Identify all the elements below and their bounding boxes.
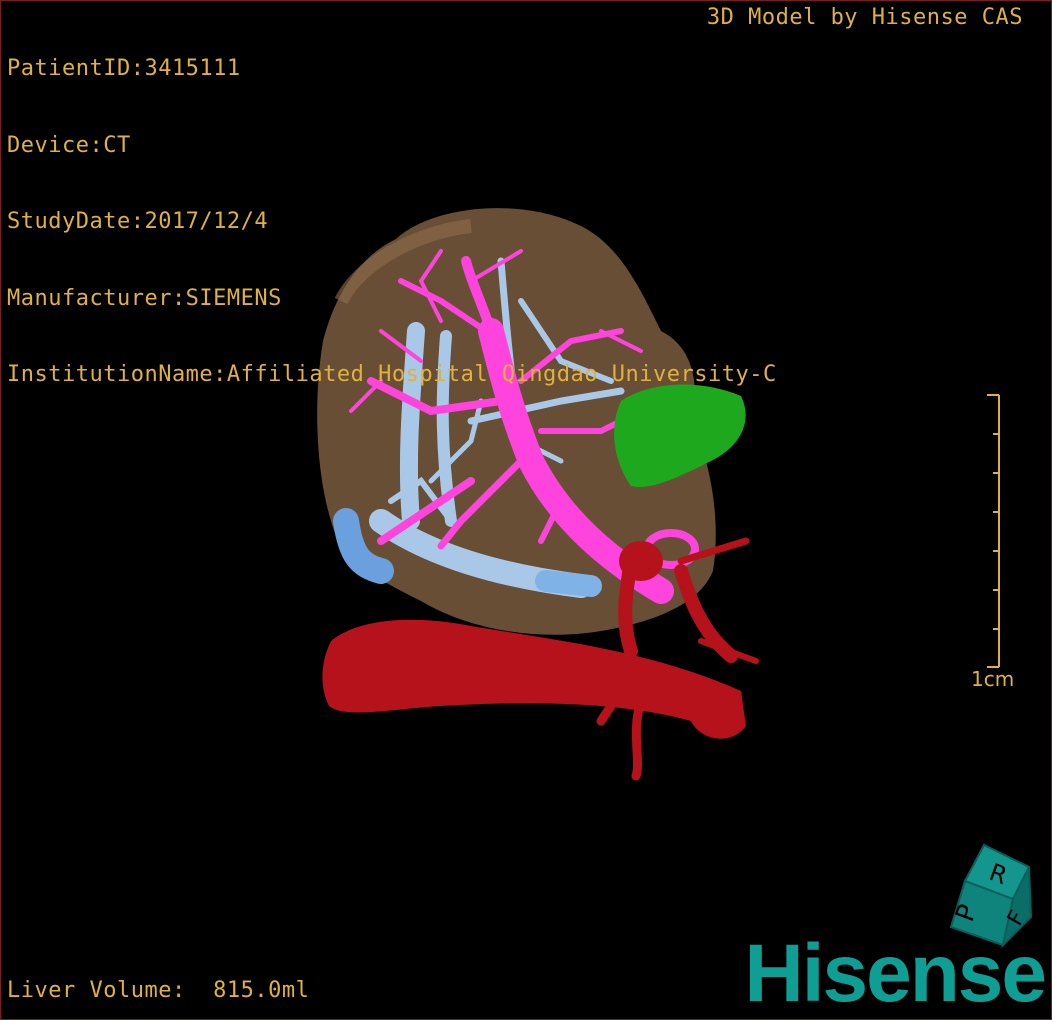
hisense-logo: Hisense xyxy=(744,928,1047,1019)
scale-label: 1cm xyxy=(971,667,1015,691)
patient-info: PatientID:3415111 Device:CT StudyDate:20… xyxy=(7,5,777,439)
model-credit: 3D Model by Hisense CAS xyxy=(706,5,1023,30)
scale-bar xyxy=(987,394,1000,668)
institution-name: InstitutionName:Affiliated Hospital Qing… xyxy=(7,362,777,387)
manufacturer: Manufacturer:SIEMENS xyxy=(7,285,282,311)
device: Device:CT xyxy=(7,132,131,158)
liver-volume: Liver Volume: 815.0ml xyxy=(7,977,310,1003)
patient-id: PatientID:3415111 xyxy=(7,56,241,81)
3d-viewport[interactable]: PatientID:3415111 Device:CT StudyDate:20… xyxy=(0,0,1052,1020)
study-date: StudyDate:2017/12/4 xyxy=(7,209,269,234)
